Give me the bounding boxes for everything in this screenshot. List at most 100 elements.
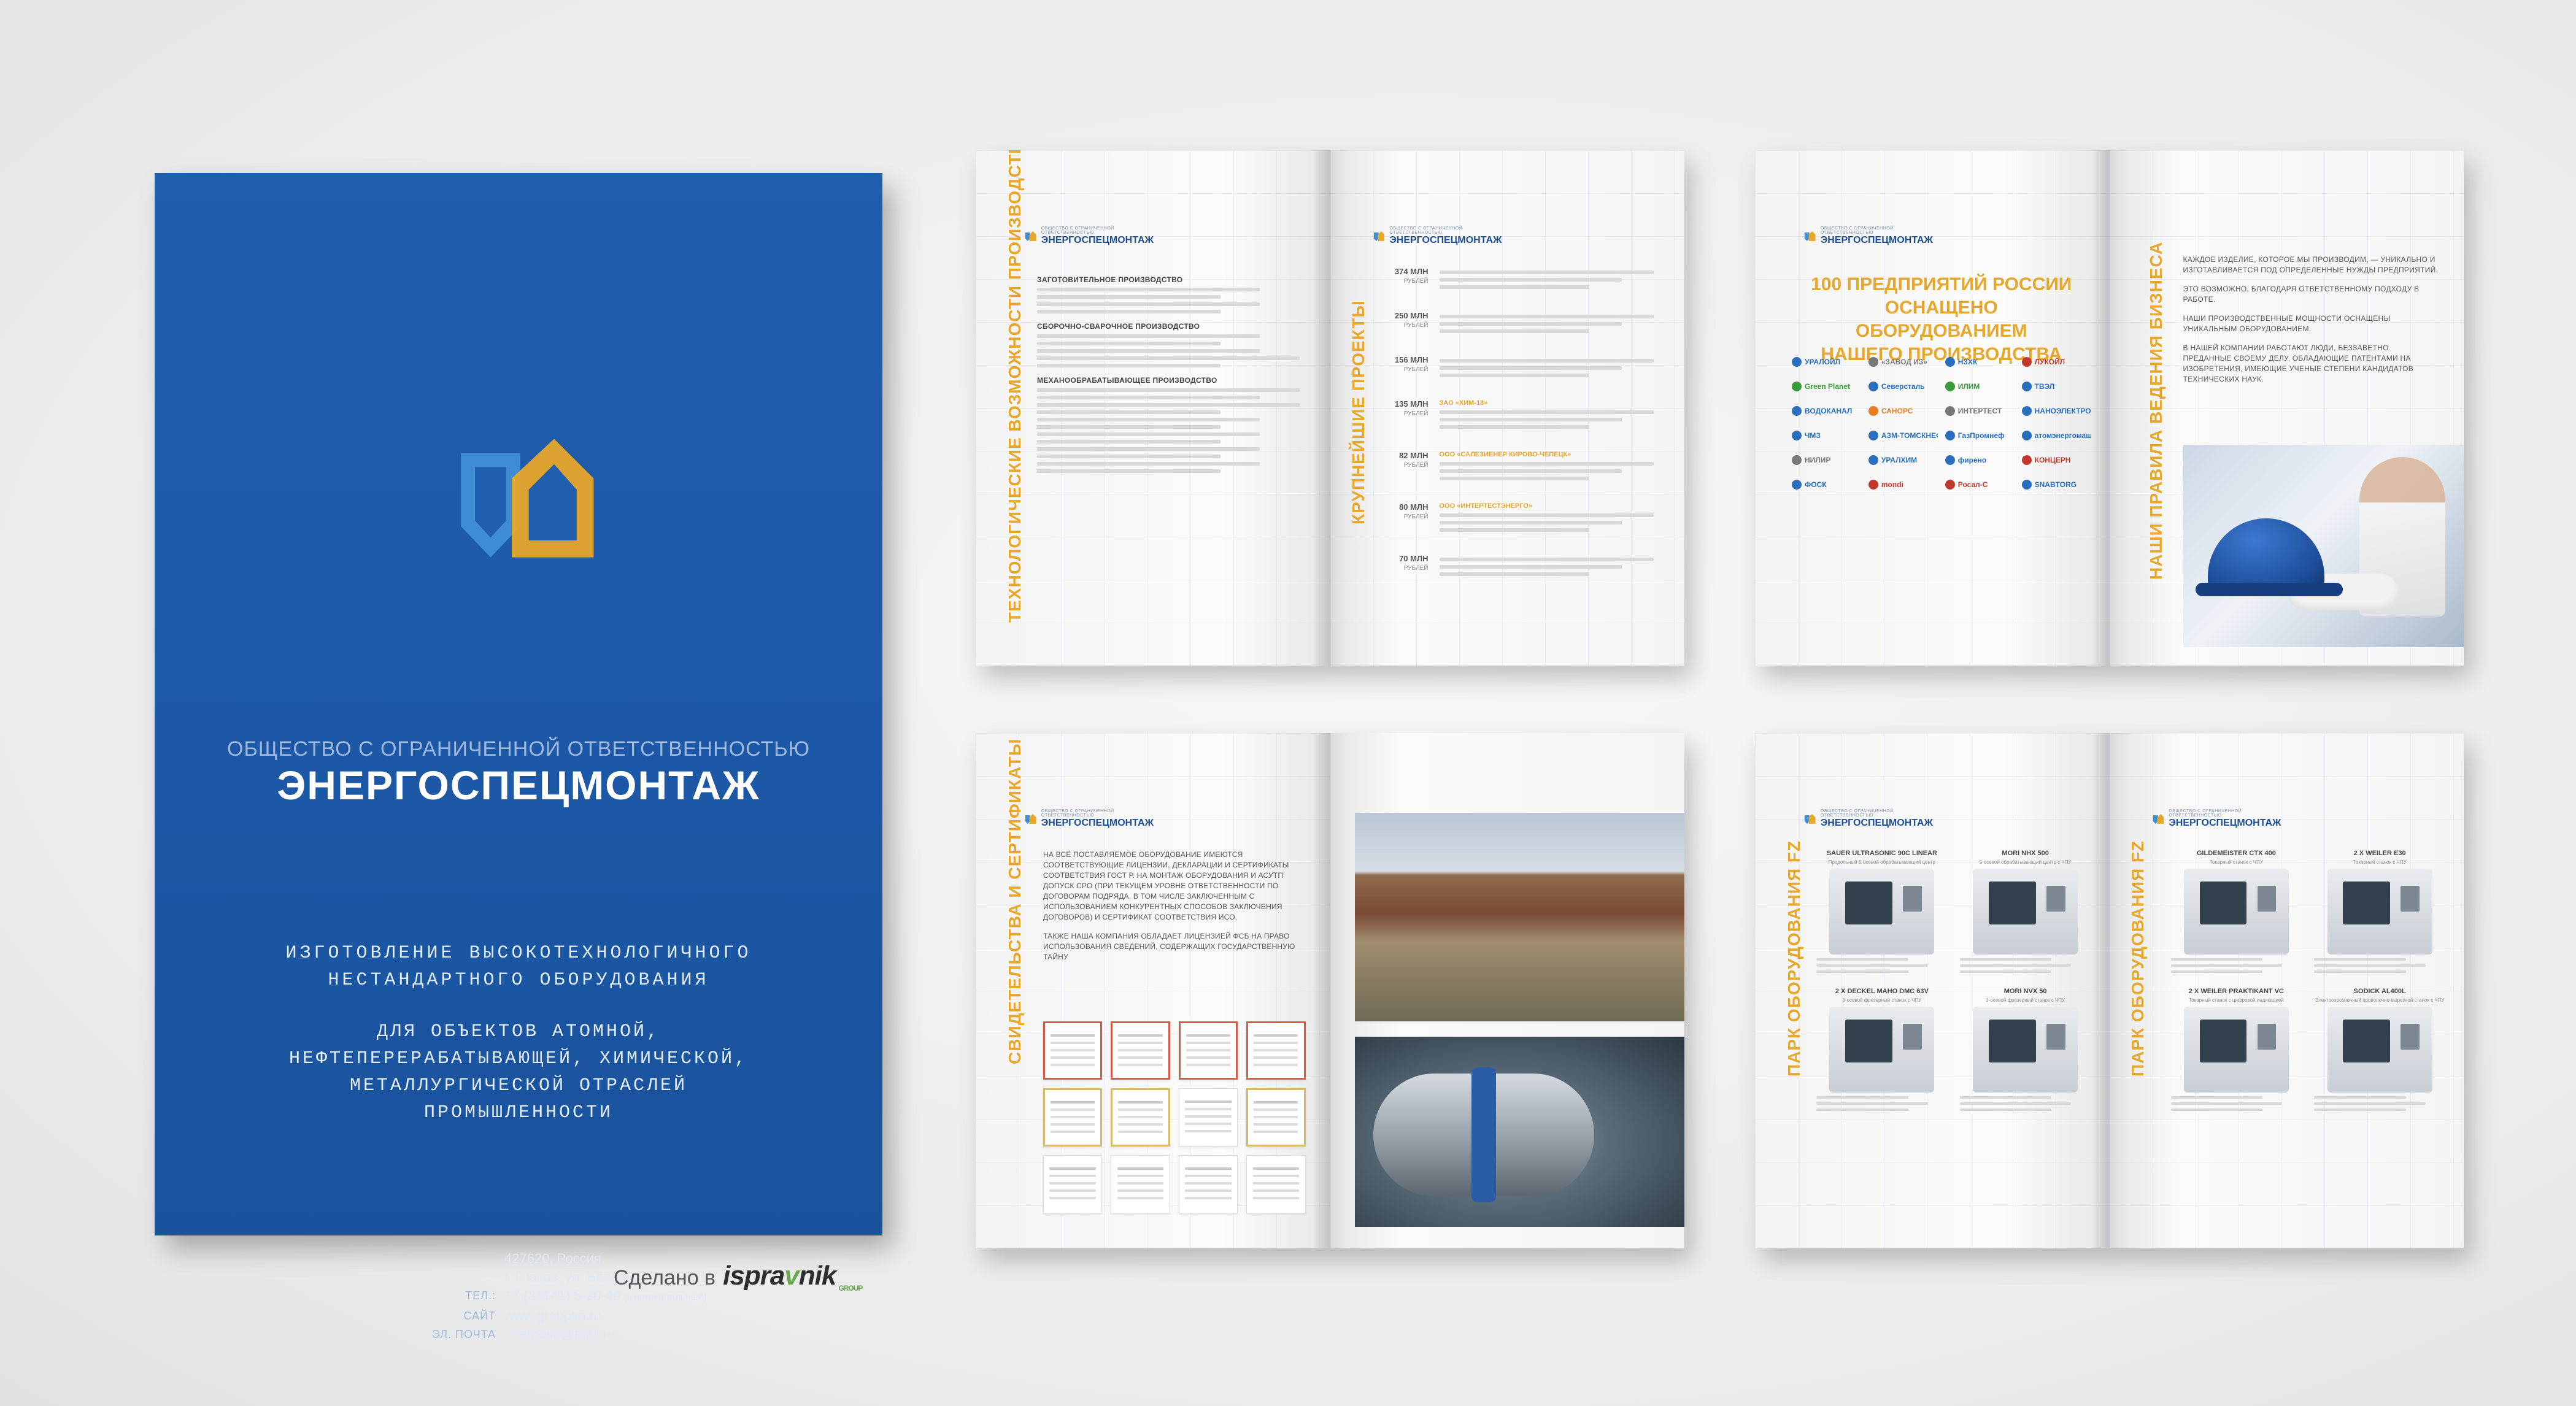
project-row: 80 МЛН РУБЛЕЙ ООО «ИНТЕРТЕСТЭНЕРГО» [1386,502,1654,536]
page-logo-sub: ОБЩЕСТВО С ОГРАНИЧЕННОЙ ОТВЕТСТВЕННОСТЬЮ [1389,226,1463,235]
machine-type: 3-осевой фрезерный станок с ЧПУ [1986,997,2065,1003]
partner-emblem-icon [1868,431,1878,440]
page-logo-sub: ОБЩЕСТВО С ОГРАНИЧЕННОЙ ОТВЕТСТВЕННОСТЬЮ [1041,809,1114,818]
certificate-image [1043,1155,1103,1213]
project-currency: РУБЛЕЙ [1403,366,1429,373]
page-logo-name: ЭНЕРГОСПЕЦМОНТАЖ [1389,235,1502,245]
page-partners: ОБЩЕСТВО С ОГРАНИЧЕННОЙ ОТВЕТСТВЕННОСТЬЮ… [1755,150,2110,666]
partner-emblem-icon [1945,357,1955,367]
partner-logo: ВОДОКАНАЛ [1792,402,1861,420]
partner-logo: АЗМ-ТОМСКНЕФТЬ [1868,426,1938,445]
machine-photo [1829,869,1935,955]
company-logo-icon [2153,814,2164,824]
machine-name: 2 X DECKEL MAHO DMC 63V [1835,988,1929,995]
partner-emblem-icon [1792,431,1802,440]
page-logo-name: ЭНЕРГОСПЕЦМОНТАЖ [1041,818,1154,828]
machine-card: 2 X DECKEL MAHO DMC 63V 3-осевой фрезерны… [1816,988,1948,1115]
project-description: ЗАО «ХИМ-18» [1439,399,1654,432]
partner-logo: УРАЛХИМ [1868,451,1938,469]
project-sum: 374 МЛН РУБЛЕЙ [1386,267,1429,293]
project-sum: 156 МЛН РУБЛЕЙ [1386,355,1429,381]
partner-logo: ИНТЕРТЕСТ [1945,402,2015,420]
rules-paragraph: В НАШЕЙ КОМПАНИИ РАБОТАЮТ ЛЮДИ, БЕЗЗАВЕТ… [2183,344,2414,383]
machine-name: SAUER ULTRASONIC 90C LINEAR [1826,850,1937,857]
partner-name: ФОСК [1805,480,1827,489]
partner-name: САНОРС [1881,407,1913,415]
page-logo-sub: ОБЩЕСТВО С ОГРАНИЧЕННОЙ ОТВЕТСТВЕННОСТЬЮ [1041,226,1114,235]
rules-paragraph: КАЖДОЕ ИЗДЕЛИЕ, КОТОРОЕ МЫ ПРОИЗВОДИМ, —… [2183,255,2439,274]
partner-logo: Росал-С [1945,475,2015,494]
partner-name: НИЛИР [1805,456,1831,464]
partner-name: атомэнергомаш [2034,431,2091,440]
page-logo: ОБЩЕСТВО С ОГРАНИЧЕННОЙ ОТВЕТСТВЕННОСТЬЮ… [1804,801,1933,837]
site-link[interactable]: www.groupso.ru [504,1307,842,1325]
certificate-image [1246,1021,1306,1080]
certificate-image [1178,1155,1238,1213]
partner-name: фирено [1957,456,1987,464]
partner-emblem-icon [1792,406,1802,416]
company-logo-icon [461,439,594,558]
page-logo: ОБЩЕСТВО С ОГРАНИЧЕННОЙ ОТВЕТСТВЕННОСТЬЮ… [2153,801,2281,837]
partner-logo: ТВЭЛ [2021,377,2091,396]
made-by-credit: Сделано в ispravnik GROUP [614,1261,863,1293]
partner-emblem-icon [1792,382,1802,391]
partner-emblem-icon [1868,357,1878,367]
partner-name: Росал-С [1957,480,1988,489]
machine-type: Продольный 5-осевой обрабатывающий центр [1828,859,1935,865]
partner-emblem-icon [1868,455,1878,465]
partners-title-line: 100 ПРЕДПРИЯТИЙ РОССИИ [1811,274,2072,294]
partner-logos-grid: УРАЛОЙЛ «ЗАВОД ИЗ» НЗХК ЛУКОЙЛ Green Planet С… [1792,353,2091,494]
site-label: САЙТ [463,1310,496,1322]
page-logo-sub: ОБЩЕСТВО С ОГРАНИЧЕННОЙ ОТВЕТСТВЕННОСТЬЮ [1820,226,1894,235]
machines-grid: GILDEMEISTER CTX 400 Токарный станок с ЧП… [2170,850,2446,1115]
company-name: ЭНЕРГОСПЕЦМОНТАЖ [277,763,760,808]
partner-logo: SNABTORG [2021,475,2091,494]
machine-photo [1973,1007,2078,1093]
project-amount: 80 МЛН [1399,502,1429,512]
certificate-thumbnails [1043,1021,1306,1213]
email-label: ЭЛ. ПОЧТА [431,1328,496,1340]
project-row: 374 МЛН РУБЛЕЙ [1386,267,1654,293]
project-row: 70 МЛН РУБЛЕЙ [1386,554,1654,580]
certificate-image [1246,1088,1306,1147]
cover-subheadline: ДЛЯ ОБЪЕКТОВ АТОМНОЙ, НЕФТЕПЕРЕРАБАТЫВАЮ… [155,1018,882,1126]
page-logo: ОБЩЕСТВО С ОГРАНИЧЕННОЙ ОТВЕТСТВЕННОСТЬЮ… [1804,218,1933,255]
machine-photo [2183,1007,2289,1093]
machine-card: 2 X WEILER E30 Токарный станок с ЧПУ [2314,850,2445,977]
page-projects: ОБЩЕСТВО С ОГРАНИЧЕННОЙ ОТВЕТСТВЕННОСТЬЮ… [1330,150,1684,666]
agency-logo: ispravnik GROUP [723,1261,863,1293]
page-logo-name: ЭНЕРГОСПЕЦМОНТАЖ [1820,235,1933,245]
page-logo: ОБЩЕСТВО С ОГРАНИЧЕННОЙ ОТВЕТСТВЕННОСТЬЮ… [1025,801,1154,837]
certificate-image [1111,1021,1170,1080]
partner-logo: ЛУКОЙЛ [2021,353,2091,371]
page-title: НАШИ ПРАВИЛА ВЕДЕНИЯ БИЗНЕСА [2146,241,2165,580]
partner-name: «ЗАВОД ИЗ» [1881,358,1927,366]
machine-card: SODICK AL400L Электроэрозионный проволочн… [2314,988,2445,1115]
machine-type: Электроэрозионный проволочно-вырезной ст… [2315,997,2445,1003]
project-amount: 82 МЛН [1399,451,1429,460]
project-amount: 70 МЛН [1399,554,1429,563]
partner-name: НЗХК [1957,358,1978,366]
project-sum: 135 МЛН РУБЛЕЙ [1386,399,1429,432]
block-title: ЗАГОТОВИТЕЛЬНОЕ ПРОИЗВОДСТВО [1037,275,1183,284]
brochure-cover: ОБЩЕСТВО С ОГРАНИЧЕННОЙ ОТВЕТСТВЕННОСТЬЮ… [155,173,882,1342]
project-amount: 250 МЛН [1394,311,1429,320]
page-certificates: ОБЩЕСТВО С ОГРАНИЧЕННОЙ ОТВЕТСТВЕННОСТЬЮ… [976,733,1330,1248]
partner-logo: фирено [1945,451,2015,469]
subheadline-line: МЕТАЛЛУРГИЧЕСКОЙ ОТРАСЛЕЙ [349,1075,688,1096]
subheadline-line: ДЛЯ ОБЪЕКТОВ АТОМНОЙ, [376,1021,661,1042]
machine-card: 2 X WEILER PRAKTIKANT VC Токарный станок … [2170,988,2302,1115]
partner-name: mondi [1881,480,1903,489]
partner-emblem-icon [1945,455,1955,465]
email-link[interactable]: energoso@mail.ru [504,1325,842,1343]
machine-name: GILDEMEISTER CTX 400 [2196,850,2276,857]
partner-logo: mondi [1868,475,1938,494]
certs-text: НА ВСЁ ПОСТАВЛЯЕМОЕ ОБОРУДОВАНИЕ ИМЕЮТСЯ… [1043,850,1312,971]
partner-emblem-icon [2021,357,2032,367]
page-logo: ОБЩЕСТВО С ОГРАНИЧЕННОЙ ОТВЕТСТВЕННОСТЬЮ… [1025,218,1154,255]
machine-photo [2327,1007,2432,1093]
page-title: СВИДЕТЕЛЬСТВА И СЕРТИФИКАТЫ [1005,738,1024,1064]
partner-name: Green Planet [1805,382,1851,391]
project-amount: 156 МЛН [1394,355,1429,364]
company-logo-icon [1804,814,1816,824]
